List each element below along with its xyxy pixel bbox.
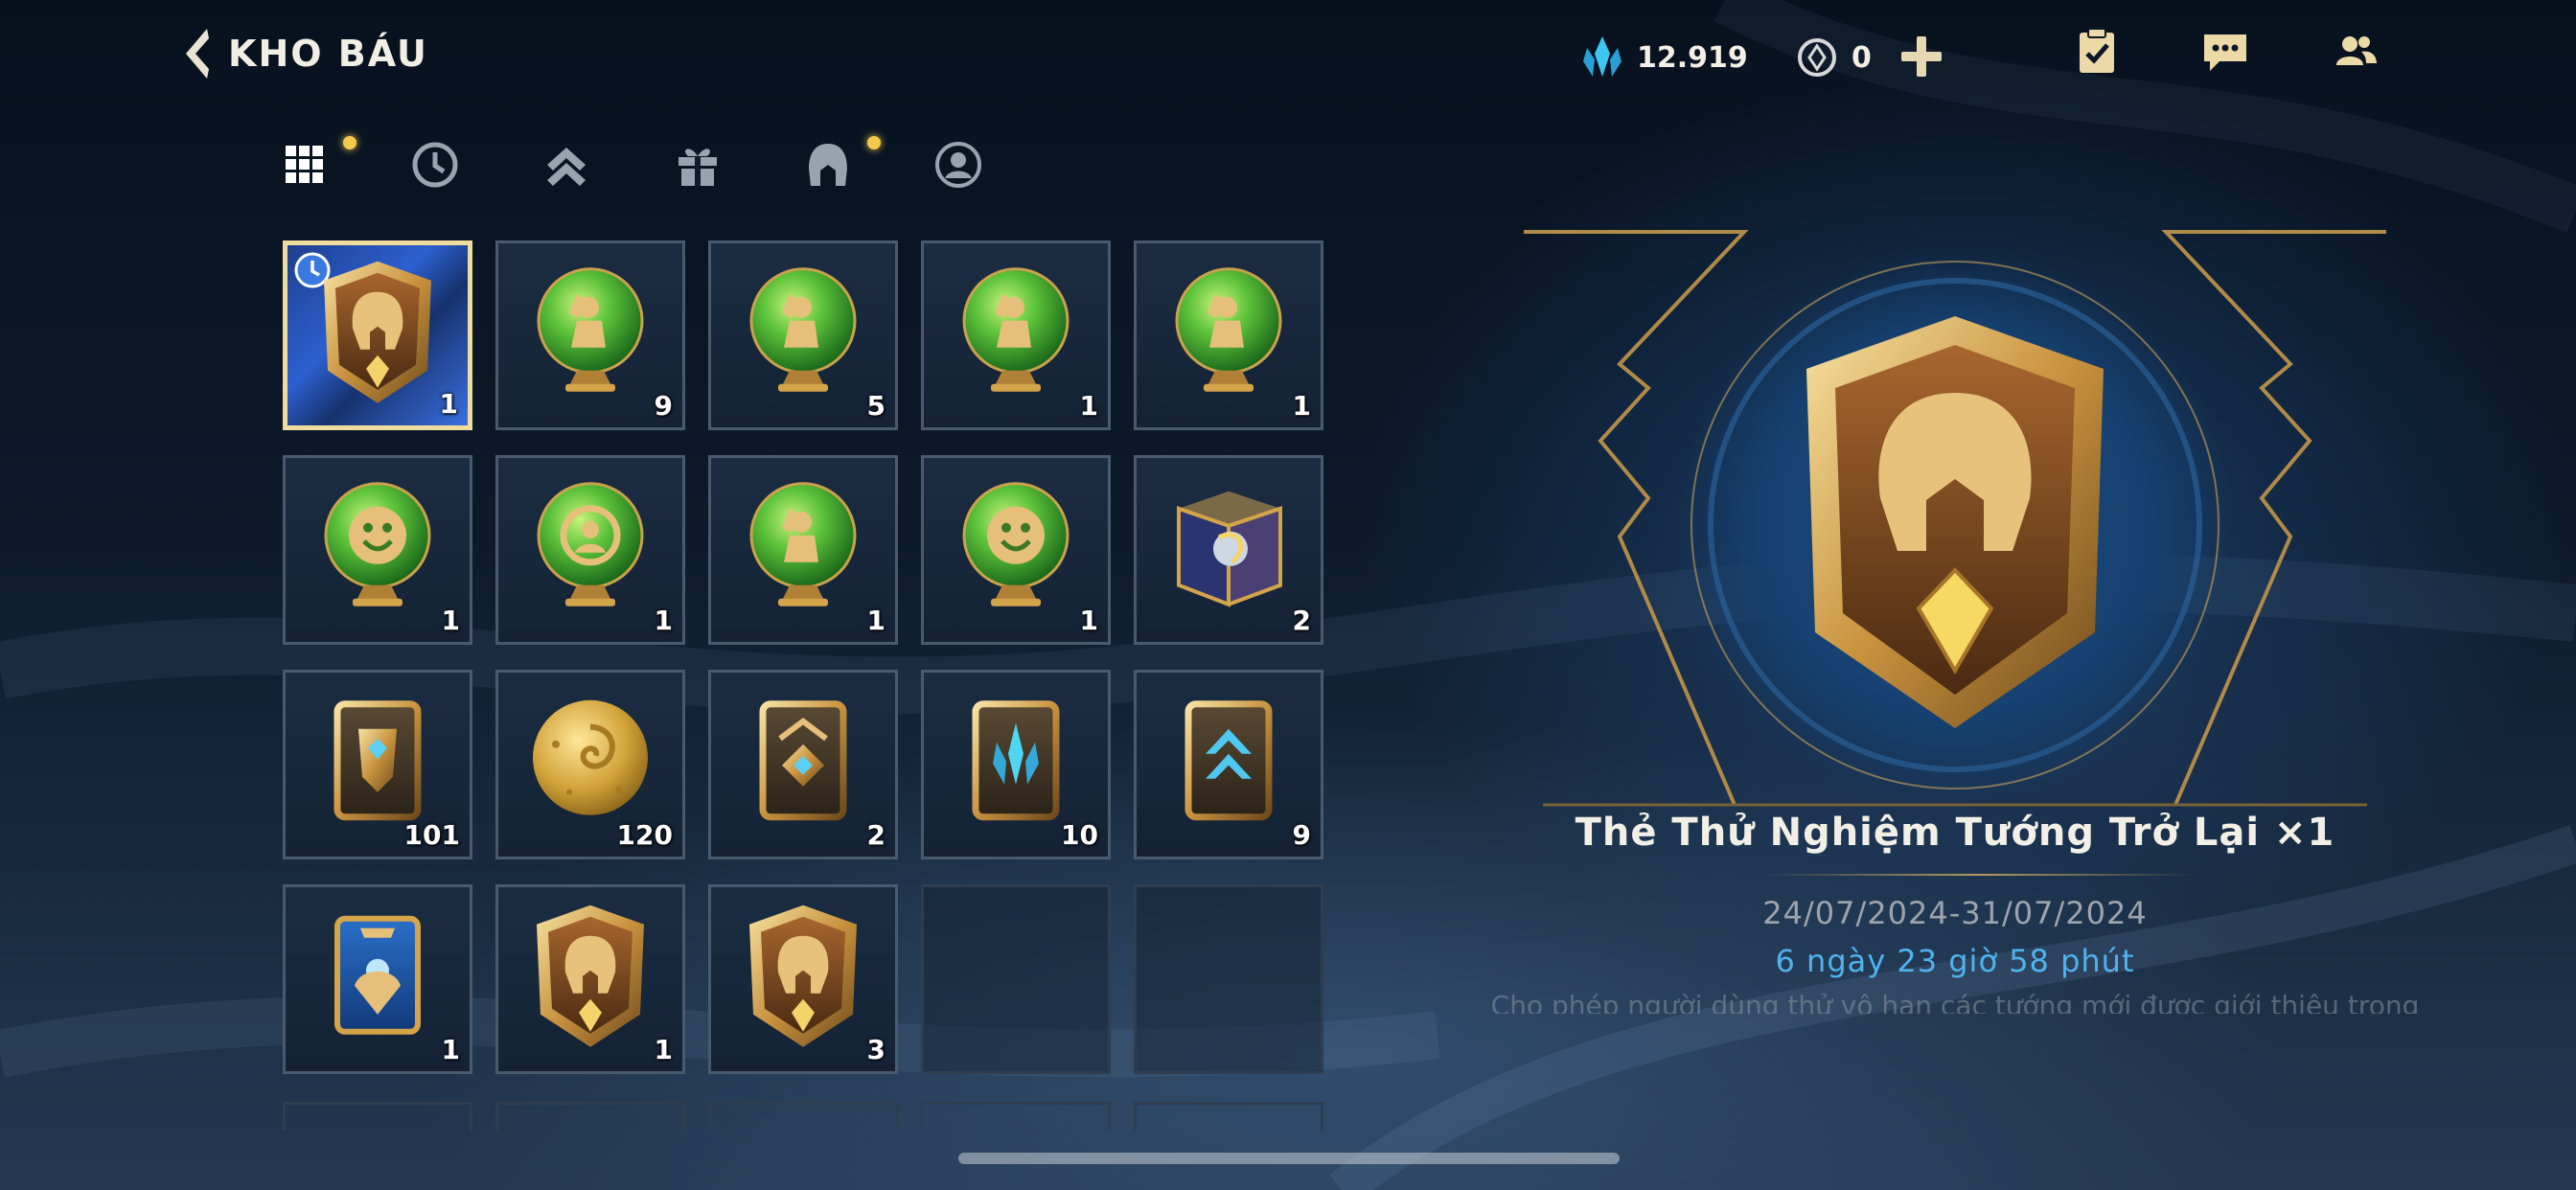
inventory-grid: 1 9 5 1 1 1 1 1 1 2 101 120 2 10 9 1 1 3 <box>283 240 1323 1074</box>
voucher-currency: 0 <box>1796 29 1872 86</box>
inventory-slot-rank-card[interactable]: 2 <box>708 670 898 859</box>
inventory-slot-emote-orb[interactable]: 1 <box>495 455 685 645</box>
green-orb-smile-icon <box>962 482 1070 606</box>
item-count: 1 <box>866 605 886 636</box>
item-count: 10 <box>1061 819 1098 851</box>
notification-dot <box>343 136 356 149</box>
item-count: 3 <box>866 1034 886 1065</box>
item-name: Thẻ Thử Nghiệm Tướng Trở Lại ×1 <box>1575 811 2335 855</box>
green-orb-wave-icon <box>749 267 857 392</box>
rank-up-icon <box>547 148 586 186</box>
tab-hero-items[interactable] <box>799 136 857 194</box>
green-orb-wave-icon <box>1175 267 1282 392</box>
green-orb-smile-icon <box>324 482 431 606</box>
inventory-next-row <box>283 1102 1323 1131</box>
back-button[interactable]: KHO BÁU <box>178 23 428 84</box>
friends-icon[interactable] <box>2331 27 2380 77</box>
inventory-slot-trial-card[interactable]: 1 <box>495 884 685 1074</box>
trial-card-icon <box>537 904 644 1047</box>
item-date-range: 24/07/2024-31/07/2024 <box>1762 895 2148 931</box>
blue-emblem-card-icon <box>334 915 421 1035</box>
tab-all-items[interactable] <box>276 136 334 194</box>
green-orb-wave-icon <box>962 267 1070 392</box>
notification-dot <box>867 136 881 149</box>
item-count: 1 <box>1079 605 1098 636</box>
crystal-card-icon <box>972 700 1060 821</box>
page-title: KHO BÁU <box>228 33 428 75</box>
coin-amount: 0 <box>1852 40 1872 75</box>
trial-card-icon <box>324 261 431 403</box>
item-description: Cho phép người dùng thử vô hạn các tướng… <box>1490 990 2420 1014</box>
helmet-icon <box>809 144 847 186</box>
inventory-slot-empty <box>921 884 1111 1074</box>
chat-icon[interactable] <box>2200 27 2250 77</box>
item-count: 2 <box>1292 605 1311 636</box>
green-orb-wave-icon <box>537 267 644 392</box>
item-count: 2 <box>866 819 886 851</box>
selected-item-artwork <box>1524 230 2386 807</box>
item-time-remaining: 6 ngày 23 giờ 58 phút <box>1775 943 2135 979</box>
inventory-slot-trial-card[interactable]: 1 <box>283 240 472 430</box>
inventory-slot-emblem-card[interactable]: 101 <box>283 670 472 859</box>
home-indicator[interactable] <box>958 1153 1620 1164</box>
item-count: 1 <box>654 1034 673 1065</box>
blue-crystal-icon <box>1583 36 1622 77</box>
grid-icon <box>286 146 323 183</box>
item-count: 1 <box>654 605 673 636</box>
trial-card-icon <box>749 904 857 1047</box>
item-count: 101 <box>403 819 460 851</box>
item-count: 120 <box>616 819 673 851</box>
profile-icon <box>935 142 981 188</box>
gold-emblem-card-icon <box>334 700 422 821</box>
item-count: 1 <box>1079 390 1098 422</box>
inventory-slot-empty <box>1134 884 1323 1074</box>
back-arrow-icon <box>186 29 209 79</box>
clock-icon <box>412 142 458 188</box>
inventory-slot-blue-card[interactable]: 1 <box>283 884 472 1074</box>
mystery-chest-icon <box>1177 491 1282 607</box>
inventory-slot-emote-orb[interactable]: 1 <box>1134 240 1323 430</box>
inventory-slot-mystery-chest[interactable]: 2 <box>1134 455 1323 645</box>
gift-icon <box>678 149 717 186</box>
green-orb-avatar-icon <box>537 482 644 606</box>
inventory-slot-emote-orb[interactable]: 1 <box>921 240 1111 430</box>
gold-coin-icon <box>533 699 648 815</box>
inventory-slot-arrow-card[interactable]: 9 <box>1134 670 1323 859</box>
voucher-coin-icon <box>1798 38 1836 77</box>
item-count: 9 <box>654 390 673 422</box>
green-orb-wave-icon <box>749 482 857 606</box>
inventory-slot-emote-orb[interactable]: 9 <box>495 240 685 430</box>
inventory-slot-emote-orb[interactable]: 1 <box>921 455 1111 645</box>
gem-currency: 12.919 <box>1581 29 1748 86</box>
inventory-slot-crystal-card[interactable]: 10 <box>921 670 1111 859</box>
gem-amount: 12.919 <box>1637 40 1748 75</box>
inventory-slot-gold-coin[interactable]: 120 <box>495 670 685 859</box>
item-count: 1 <box>439 388 458 420</box>
inventory-slot-emote-orb[interactable]: 1 <box>283 455 472 645</box>
title-divider <box>1763 874 2195 876</box>
checklist-icon[interactable] <box>2072 27 2122 77</box>
add-currency-button[interactable] <box>1898 33 1945 80</box>
item-count: 5 <box>866 390 886 422</box>
tab-gift-items[interactable] <box>669 136 726 194</box>
tab-profile-items[interactable] <box>930 136 987 194</box>
tab-rank-items[interactable] <box>538 136 595 194</box>
inventory-slot-emote-orb[interactable]: 1 <box>708 455 898 645</box>
inventory-slot-trial-card[interactable]: 3 <box>708 884 898 1074</box>
rank-card-icon <box>759 700 847 821</box>
tab-timed-items[interactable] <box>406 136 464 194</box>
inventory-slot-emote-orb[interactable]: 5 <box>708 240 898 430</box>
item-count: 9 <box>1292 819 1311 851</box>
item-count: 1 <box>1292 390 1311 422</box>
blue-arrow-card-icon <box>1184 700 1273 821</box>
item-count: 1 <box>441 605 460 636</box>
item-count: 1 <box>441 1034 460 1065</box>
